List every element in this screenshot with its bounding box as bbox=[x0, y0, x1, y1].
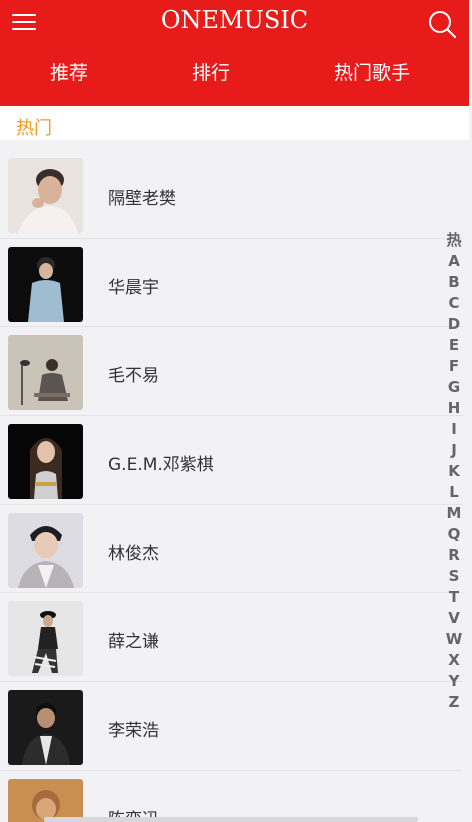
index-letter[interactable]: K bbox=[443, 461, 465, 482]
index-letter[interactable]: V bbox=[443, 608, 465, 629]
index-letter[interactable]: Q bbox=[443, 524, 465, 545]
singer-avatar bbox=[8, 424, 83, 500]
alphabet-index-bar: 热 A B C D E F G H I J K L M Q R S T V W … bbox=[443, 230, 465, 713]
index-letter[interactable]: L bbox=[443, 482, 465, 503]
index-letter[interactable]: R bbox=[443, 545, 465, 566]
singer-name: 毛不易 bbox=[108, 366, 159, 387]
tab-bar: 推荐 排行 热门歌手 bbox=[0, 58, 469, 92]
singer-list: 隔壁老樊 华晨宇 毛不易 G.E.M.邓紫棋 林俊杰 薛之谦 李荣浩 陈奕迅 bbox=[0, 150, 463, 822]
index-letter[interactable]: Y bbox=[443, 671, 465, 692]
singer-name: 李荣浩 bbox=[108, 721, 159, 742]
index-letter[interactable]: J bbox=[443, 440, 465, 461]
singer-avatar bbox=[8, 335, 83, 411]
singer-row[interactable]: 华晨宇 bbox=[0, 239, 463, 328]
singer-name: 华晨宇 bbox=[108, 277, 159, 298]
tab-ranking[interactable]: 排行 bbox=[192, 58, 230, 85]
tab-hot-singers[interactable]: 热门歌手 bbox=[334, 58, 410, 85]
index-letter[interactable]: Z bbox=[443, 692, 465, 713]
index-letter[interactable]: M bbox=[443, 503, 465, 524]
tab-recommend[interactable]: 推荐 bbox=[50, 58, 88, 85]
singer-avatar bbox=[8, 690, 83, 766]
singer-name: 林俊杰 bbox=[108, 543, 159, 564]
index-letter[interactable]: T bbox=[443, 587, 465, 608]
app-header: ONEMUSIC 推荐 排行 热门歌手 bbox=[0, 0, 469, 106]
singer-row[interactable]: 薛之谦 bbox=[0, 593, 463, 683]
index-letter[interactable]: C bbox=[443, 293, 465, 314]
index-letter[interactable]: B bbox=[443, 272, 465, 293]
singer-row[interactable]: 李荣浩 bbox=[0, 682, 463, 771]
singer-avatar bbox=[8, 158, 83, 233]
singer-avatar bbox=[8, 246, 83, 322]
section-title: 热门 bbox=[16, 118, 52, 139]
singer-avatar bbox=[8, 512, 83, 588]
singer-name: G.E.M.邓紫棋 bbox=[108, 455, 214, 476]
singer-avatar bbox=[8, 601, 83, 677]
singer-row[interactable]: 林俊杰 bbox=[0, 505, 463, 594]
index-letter[interactable]: 热 bbox=[443, 230, 465, 251]
index-letter[interactable]: E bbox=[443, 335, 465, 356]
app-logo: ONEMUSIC bbox=[160, 6, 309, 34]
index-letter[interactable]: A bbox=[443, 251, 465, 272]
index-letter[interactable]: H bbox=[443, 398, 465, 419]
singer-avatar bbox=[8, 778, 83, 822]
singer-name: 薛之谦 bbox=[108, 632, 159, 653]
index-letter[interactable]: G bbox=[443, 377, 465, 398]
index-letter[interactable]: S bbox=[443, 566, 465, 587]
index-letter[interactable]: X bbox=[443, 650, 465, 671]
singer-row[interactable]: 陈奕迅 bbox=[0, 771, 463, 822]
singer-row[interactable]: 隔壁老樊 bbox=[0, 150, 463, 239]
search-icon[interactable] bbox=[427, 9, 457, 39]
singer-row[interactable]: G.E.M.邓紫棋 bbox=[0, 416, 463, 505]
singer-name: 隔壁老樊 bbox=[108, 189, 176, 209]
index-letter[interactable]: I bbox=[443, 419, 465, 440]
section-header: 热门 bbox=[0, 106, 469, 140]
index-letter[interactable]: W bbox=[443, 629, 465, 650]
singer-row[interactable]: 毛不易 bbox=[0, 327, 463, 417]
index-letter[interactable]: D bbox=[443, 314, 465, 335]
horizontal-scrollbar[interactable] bbox=[44, 817, 418, 822]
index-letter[interactable]: F bbox=[443, 356, 465, 377]
